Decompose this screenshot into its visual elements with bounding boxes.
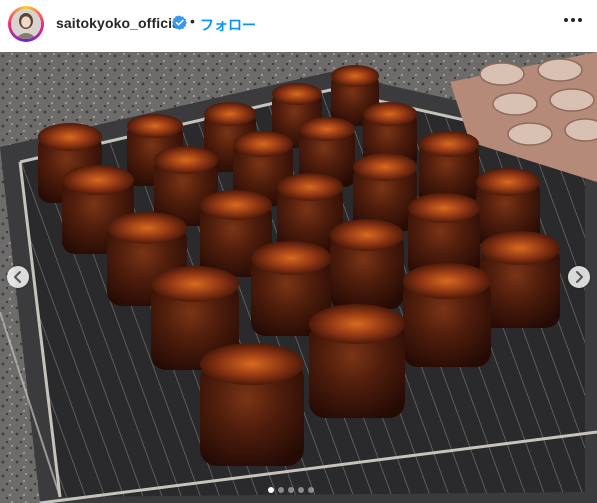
story-ring[interactable] <box>8 6 44 42</box>
carousel-dot <box>308 487 314 493</box>
carousel-dot <box>298 487 304 493</box>
follow-button[interactable]: フォロー <box>200 15 256 35</box>
canele-photo-image <box>0 52 597 503</box>
separator: • <box>190 13 195 29</box>
post-header: saitokyoko_official • フォロー <box>0 0 597 48</box>
carousel-dot <box>268 487 274 493</box>
carousel-next-button[interactable] <box>568 266 590 288</box>
chevron-left-icon <box>14 271 21 283</box>
carousel-dot <box>278 487 284 493</box>
carousel-indicator <box>268 487 314 493</box>
carousel-dot <box>288 487 294 493</box>
verified-badge-icon <box>172 15 187 30</box>
chevron-right-icon <box>576 271 583 283</box>
post-photo[interactable] <box>0 52 597 503</box>
carousel-prev-button[interactable] <box>7 266 29 288</box>
more-options-icon[interactable] <box>564 18 582 24</box>
username[interactable]: saitokyoko_official <box>56 15 184 31</box>
avatar[interactable] <box>11 9 41 39</box>
